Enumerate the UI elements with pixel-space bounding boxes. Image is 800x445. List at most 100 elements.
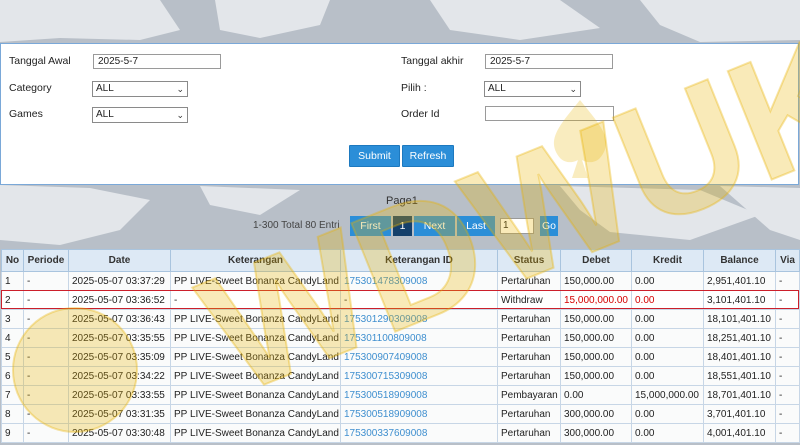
cell-periode: - (23, 271, 69, 291)
chevron-down-icon: ⌄ (176, 110, 184, 120)
first-page-button[interactable]: First (350, 216, 391, 236)
transaction-table: No Periode Date Keterangan Keterangan ID… (1, 249, 800, 443)
cell-keterangan: PP LIVE-Sweet Bonanza CandyLand (170, 423, 341, 443)
filter-panel: Tanggal Awal 2025-5-7 Tanggal akhir 2025… (0, 43, 799, 185)
table-header-row: No Periode Date Keterangan Keterangan ID… (1, 249, 800, 272)
cell-periode: - (23, 347, 69, 367)
table-row-highlighted: 2 - 2025-05-07 03:36:52 - - Withdraw 15,… (1, 290, 800, 310)
cell-balance: 18,401,401.10 (703, 347, 776, 367)
tanggal-awal-input[interactable]: 2025-5-7 (93, 54, 221, 69)
cell-balance: 18,551,401.10 (703, 366, 776, 386)
cell-via: - (775, 290, 800, 310)
cell-via: - (775, 404, 800, 424)
cell-keterangan-id-link[interactable]: 175300337609008 (340, 423, 498, 443)
cell-no: 3 (1, 309, 24, 329)
cell-debet: 300,000.00 (560, 404, 632, 424)
header-status: Status (497, 249, 561, 272)
cell-kredit: 0.00 (631, 309, 704, 329)
cell-periode: - (23, 404, 69, 424)
next-page-button[interactable]: Next (414, 216, 455, 236)
cell-periode: - (23, 366, 69, 386)
cell-balance: 4,001,401.10 (703, 423, 776, 443)
page-number-input[interactable]: 1 (500, 218, 534, 234)
last-page-button[interactable]: Last (457, 216, 495, 236)
cell-keterangan-id-link[interactable]: 175300907409008 (340, 347, 498, 367)
tanggal-akhir-input[interactable]: 2025-5-7 (485, 54, 613, 69)
order-id-label: Order Id (401, 108, 440, 120)
cell-status: Pertaruhan (497, 347, 561, 367)
cell-via: - (775, 328, 800, 348)
cell-keterangan-id-link[interactable]: 175301290309008 (340, 309, 498, 329)
cell-keterangan-id-link[interactable]: 175300518909008 (340, 385, 498, 405)
cell-no: 4 (1, 328, 24, 348)
header-via: Via (775, 249, 800, 272)
cell-no: 5 (1, 347, 24, 367)
cell-status: Pertaruhan (497, 309, 561, 329)
order-id-input[interactable] (485, 106, 614, 121)
games-select-value: ALL (96, 109, 114, 120)
pilih-select-value: ALL (488, 83, 506, 94)
cell-debet: 150,000.00 (560, 366, 632, 386)
cell-periode: - (23, 328, 69, 348)
cell-no: 8 (1, 404, 24, 424)
cell-no: 1 (1, 271, 24, 291)
table-row: 5 - 2025-05-07 03:35:09 PP LIVE-Sweet Bo… (1, 347, 800, 367)
cell-date: 2025-05-07 03:31:35 (68, 404, 171, 424)
cell-via: - (775, 271, 800, 291)
cell-debet: 15,000,000.00 (560, 290, 632, 310)
cell-balance: 18,251,401.10 (703, 328, 776, 348)
cell-keterangan-id-link[interactable]: 175300518909008 (340, 404, 498, 424)
cell-keterangan-id-link[interactable]: 175301100809008 (340, 328, 498, 348)
cell-keterangan: PP LIVE-Sweet Bonanza CandyLand (170, 366, 341, 386)
cell-via: - (775, 423, 800, 443)
category-select-value: ALL (96, 83, 114, 94)
cell-status: Withdraw (497, 290, 561, 310)
cell-kredit: 0.00 (631, 366, 704, 386)
cell-periode: - (23, 309, 69, 329)
cell-debet: 150,000.00 (560, 347, 632, 367)
table-row: 6 - 2025-05-07 03:34:22 PP LIVE-Sweet Bo… (1, 366, 800, 386)
header-kredit: Kredit (631, 249, 704, 272)
cell-date: 2025-05-07 03:35:09 (68, 347, 171, 367)
pilih-select[interactable]: ALL ⌄ (484, 81, 581, 97)
submit-button[interactable]: Submit (349, 145, 400, 167)
cell-via: - (775, 347, 800, 367)
games-select[interactable]: ALL ⌄ (92, 107, 188, 123)
chevron-down-icon: ⌄ (176, 84, 184, 94)
cell-date: 2025-05-07 03:37:29 (68, 271, 171, 291)
cell-date: 2025-05-07 03:36:52 (68, 290, 171, 310)
cell-status: Pembayaran (497, 385, 561, 405)
refresh-button[interactable]: Refresh (402, 145, 454, 167)
category-select[interactable]: ALL ⌄ (92, 81, 188, 97)
go-button[interactable]: Go (540, 216, 558, 236)
cell-balance: 3,701,401.10 (703, 404, 776, 424)
games-label: Games (9, 108, 43, 120)
cell-no: 9 (1, 423, 24, 443)
cell-keterangan-id: - (340, 290, 498, 310)
header-periode: Periode (23, 249, 69, 272)
table-row: 1 - 2025-05-07 03:37:29 PP LIVE-Sweet Bo… (1, 271, 800, 291)
cell-kredit: 0.00 (631, 404, 704, 424)
cell-debet: 150,000.00 (560, 309, 632, 329)
cell-balance: 3,101,401.10 (703, 290, 776, 310)
cell-balance: 18,101,401.10 (703, 309, 776, 329)
cell-keterangan: PP LIVE-Sweet Bonanza CandyLand (170, 328, 341, 348)
cell-debet: 0.00 (560, 385, 632, 405)
tanggal-awal-label: Tanggal Awal (9, 55, 71, 67)
header-debet: Debet (560, 249, 632, 272)
header-keterangan: Keterangan (170, 249, 341, 272)
current-page-button[interactable]: 1 (393, 216, 412, 236)
cell-keterangan-id-link[interactable]: 175301478309008 (340, 271, 498, 291)
cell-periode: - (23, 423, 69, 443)
cell-balance: 2,951,401.10 (703, 271, 776, 291)
table-row: 4 - 2025-05-07 03:35:55 PP LIVE-Sweet Bo… (1, 328, 800, 348)
cell-via: - (775, 366, 800, 386)
cell-no: 6 (1, 366, 24, 386)
cell-status: Pertaruhan (497, 423, 561, 443)
header-no: No (1, 249, 24, 272)
cell-periode: - (23, 385, 69, 405)
cell-keterangan-id-link[interactable]: 175300715309008 (340, 366, 498, 386)
cell-kredit: 0.00 (631, 347, 704, 367)
header-keterangan-id: Keterangan ID (340, 249, 498, 272)
table-row: 9 - 2025-05-07 03:30:48 PP LIVE-Sweet Bo… (1, 423, 800, 443)
